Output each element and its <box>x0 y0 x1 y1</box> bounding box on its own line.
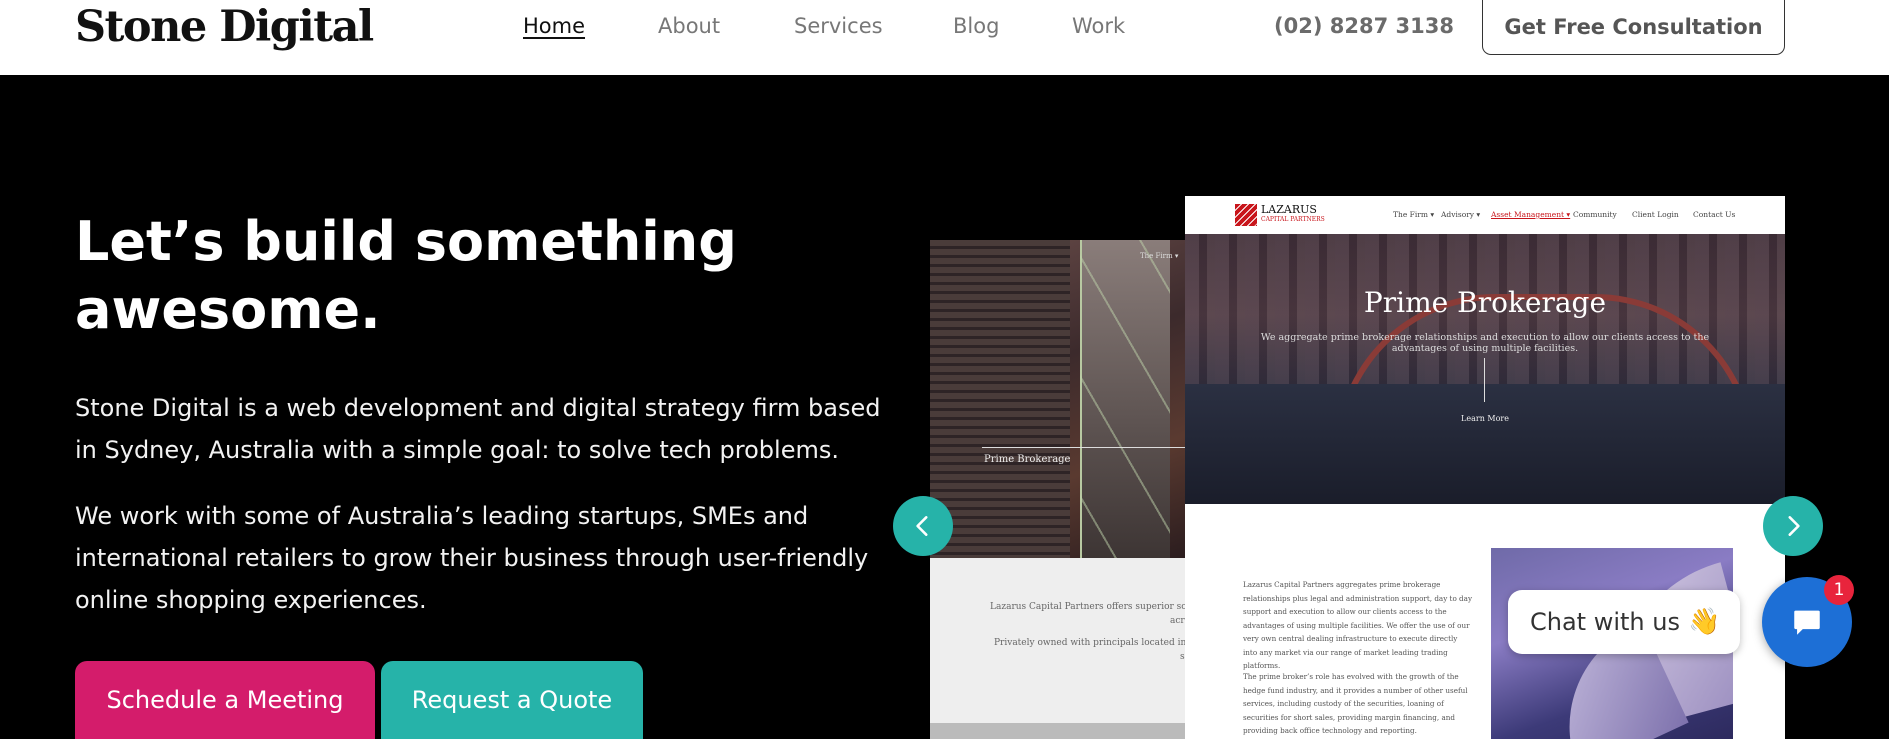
lazarus-nav-firm: The Firm ▾ <box>1393 210 1435 219</box>
nav-about-link[interactable]: About <box>658 14 720 38</box>
chevron-left-icon <box>916 516 928 536</box>
chat-prompt-bubble[interactable]: Chat with us 👋 <box>1508 590 1740 654</box>
tower-bracing-graphic <box>1080 240 1170 558</box>
lazarus-logo-mark-icon <box>1235 204 1257 226</box>
lazarus-learn-more: Learn More <box>1461 414 1509 423</box>
chat-unread-badge: 1 <box>1824 575 1854 605</box>
lazarus-hero-divider <box>1484 358 1485 402</box>
lazarus-hero-title: Prime Brokerage <box>1363 286 1607 319</box>
nav-services-link[interactable]: Services <box>794 14 883 38</box>
lazarus-logo-sub: CAPITAL PARTNERS <box>1261 216 1325 223</box>
lazarus-body-text-2: The prime broker’s role has evolved with… <box>1243 672 1468 735</box>
phone-number-link[interactable]: (02) 8287 3138 <box>1274 14 1454 38</box>
harbour-water-graphic <box>1185 384 1785 504</box>
lazarus-hero-subtitle: We aggregate prime brokerage relationshi… <box>1260 332 1710 354</box>
lazarus-nav-client-login: Client Login <box>1632 210 1679 219</box>
site-header: Stone Digital Home About Services Blog W… <box>0 0 1889 75</box>
slide-back-caption: Prime Brokerage <box>984 454 1071 465</box>
slide-back-photo: The Firm ▾ Prime Brokerage <box>930 240 1190 558</box>
slide-back-text-2: Privately owned with principals located … <box>994 638 1190 648</box>
hero-paragraph-intro: Stone Digital is a web development and d… <box>75 394 881 464</box>
lazarus-body-text-1: Lazarus Capital Partners aggregates prim… <box>1243 580 1473 670</box>
request-quote-button[interactable]: Request a Quote <box>381 661 643 739</box>
lazarus-logo: LAZARUS CAPITAL PARTNERS <box>1235 204 1325 226</box>
lazarus-logo-text: LAZARUS CAPITAL PARTNERS <box>1261 204 1325 225</box>
portfolio-slide-front[interactable]: LAZARUS CAPITAL PARTNERS The Firm ▾ Advi… <box>1185 196 1785 739</box>
lazarus-hero-image: Prime Brokerage We aggregate prime broke… <box>1185 234 1785 504</box>
building-graphic <box>930 240 1070 558</box>
lazarus-nav-contact: Contact Us <box>1693 210 1736 219</box>
hero-paragraph-clients: We work with some of Australia’s leading… <box>75 502 869 614</box>
waving-hand-icon: 👋 <box>1687 607 1721 637</box>
lazarus-nav-asset-management: Asset Management ▾ <box>1491 210 1571 219</box>
schedule-meeting-button[interactable]: Schedule a Meeting <box>75 661 375 739</box>
nav-work-link[interactable]: Work <box>1072 14 1125 38</box>
slide-back-nav-item: The Firm ▾ <box>1140 252 1179 260</box>
chat-prompt-label: Chat with us <box>1530 608 1680 636</box>
site-logo[interactable]: Stone Digital <box>75 2 374 52</box>
lazarus-nav-bar: LAZARUS CAPITAL PARTNERS The Firm ▾ Advi… <box>1185 196 1785 234</box>
free-consultation-button[interactable]: Get Free Consultation <box>1482 0 1785 55</box>
chevron-right-icon <box>1788 516 1800 536</box>
slide-back-footer-bar <box>930 723 1190 739</box>
slide-back-divider <box>982 447 1190 448</box>
slider-prev-button[interactable] <box>893 496 953 556</box>
slide-back-text-1: Lazarus Capital Partners offers superior… <box>990 602 1190 612</box>
nav-home-link[interactable]: Home <box>523 14 585 38</box>
hero-title: Let’s build something awesome. <box>75 210 737 341</box>
nav-blog-link[interactable]: Blog <box>953 14 999 38</box>
portfolio-slide-back[interactable]: The Firm ▾ Prime Brokerage Lazarus Capit… <box>930 240 1190 739</box>
chat-icon <box>1794 610 1820 635</box>
lazarus-nav-community: Community <box>1573 210 1617 219</box>
lazarus-nav-advisory: Advisory ▾ <box>1441 210 1481 219</box>
slider-next-button[interactable] <box>1763 496 1823 556</box>
